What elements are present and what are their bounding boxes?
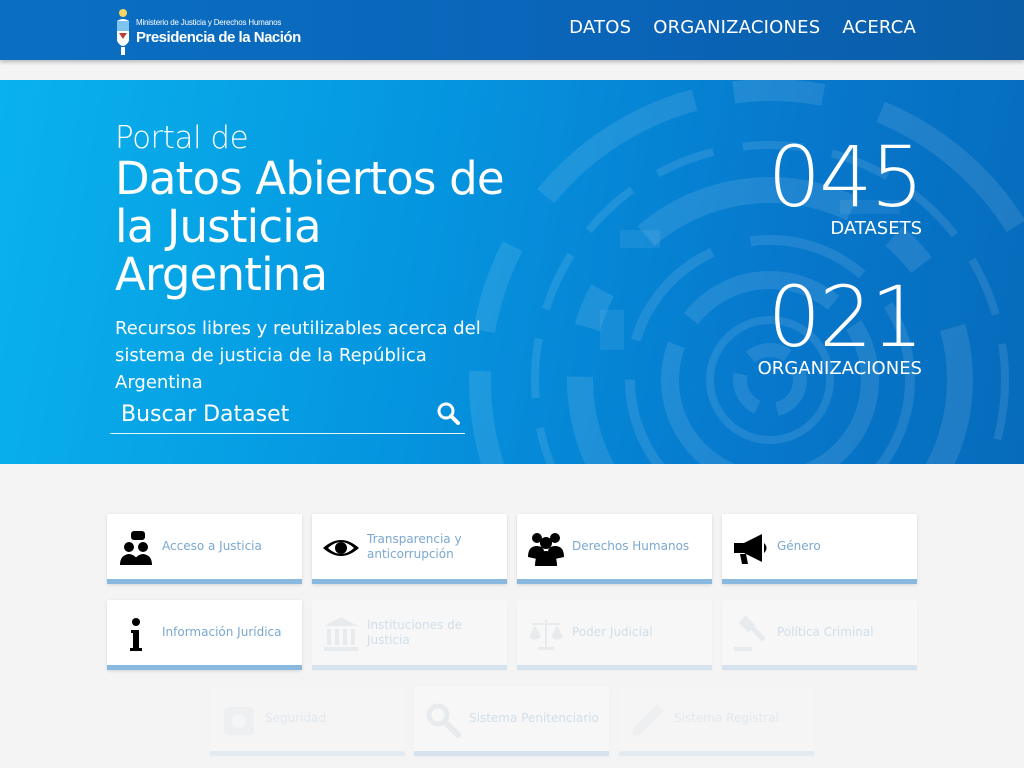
category-label: Poder Judicial <box>572 625 653 639</box>
hero-title: Datos Abiertos de la Justicia Argentina <box>115 152 505 301</box>
category-derechos-humanos[interactable]: Derechos Humanos <box>517 514 712 584</box>
coat-of-arms-icon <box>117 9 129 55</box>
people-chat-icon <box>120 531 152 565</box>
stat-organizaciones-label: ORGANIZACIONES <box>757 358 922 379</box>
category-label: Instituciones de Justicia <box>367 617 463 647</box>
hero-pretitle: Portal de <box>115 120 249 156</box>
presidency-name: Presidencia de la Nación <box>136 29 301 46</box>
stat-organizaciones: 021 ORGANIZACIONES <box>757 268 924 379</box>
category-label: Sistema Penitenciario <box>469 711 599 725</box>
category-transparencia[interactable]: Transparencia y anticorrupción <box>312 514 507 584</box>
site-logo[interactable]: Ministerio de Justicia y Derechos Humano… <box>115 6 301 58</box>
category-label: Sistema Registral <box>674 711 779 725</box>
gavel-icon <box>734 615 766 651</box>
category-label: Género <box>777 539 821 553</box>
search-icon <box>426 703 461 738</box>
group-icon <box>528 533 564 566</box>
category-label: Acceso a Justicia <box>162 539 262 553</box>
hero-banner: Portal de Datos Abiertos de la Justicia … <box>0 80 1024 464</box>
top-navbar: Ministerio de Justicia y Derechos Humano… <box>0 0 1024 60</box>
safe-icon <box>224 707 254 735</box>
hero-description: Recursos libres y reutilizables acerca d… <box>115 318 481 393</box>
category-politica-criminal[interactable]: Política Criminal <box>722 600 917 670</box>
category-genero[interactable]: Género <box>722 514 917 584</box>
scales-icon <box>529 619 563 650</box>
category-label: Política Criminal <box>777 625 874 639</box>
dataset-search <box>110 396 465 434</box>
info-icon <box>130 618 142 651</box>
category-poder-judicial[interactable]: Poder Judicial <box>517 600 712 670</box>
stat-organizaciones-value: 021 <box>767 268 924 366</box>
eye-icon <box>323 540 359 556</box>
category-sistema-penitenciario[interactable]: Sistema Penitenciario <box>414 686 609 756</box>
category-seguridad[interactable]: Seguridad <box>210 686 405 756</box>
nav-acerca[interactable]: ACERCA <box>842 17 916 38</box>
category-informacion-juridica[interactable]: Información Jurídica <box>107 600 302 670</box>
category-label: Derechos Humanos <box>572 539 690 553</box>
nav-organizaciones[interactable]: ORGANIZACIONES <box>653 17 820 38</box>
stat-datasets-value: 045 <box>767 128 924 226</box>
category-label: Transparencia y anticorrupción <box>367 531 462 561</box>
search-icon[interactable] <box>436 401 460 425</box>
category-label: Información Jurídica <box>162 625 282 639</box>
main-nav: DATOS ORGANIZACIONES ACERCA <box>569 17 916 38</box>
nav-datos[interactable]: DATOS <box>569 17 631 38</box>
search-input[interactable] <box>110 396 431 432</box>
pen-icon <box>632 704 664 736</box>
category-instituciones[interactable]: Instituciones de Justicia <box>312 600 507 670</box>
ministry-name: Ministerio de Justicia y Derechos Humano… <box>136 18 282 27</box>
category-sistema-registral[interactable]: Sistema Registral <box>619 686 814 756</box>
category-label: Seguridad <box>265 711 327 725</box>
institution-icon <box>324 617 358 651</box>
megaphone-icon <box>734 534 767 564</box>
stat-datasets: 045 DATASETS <box>767 128 924 239</box>
category-acceso-justicia[interactable]: Acceso a Justicia <box>107 514 302 584</box>
